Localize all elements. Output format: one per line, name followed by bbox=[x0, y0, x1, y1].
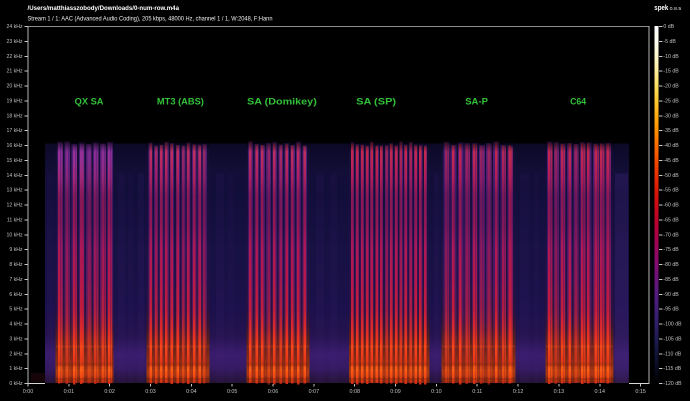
svg-text:C64: C64 bbox=[570, 97, 587, 108]
svg-text:15 kHz: 15 kHz bbox=[6, 158, 23, 164]
svg-text:0:06: 0:06 bbox=[268, 389, 279, 395]
svg-text:0:07: 0:07 bbox=[309, 389, 320, 395]
svg-text:-25 dB: -25 dB bbox=[663, 98, 679, 104]
svg-text:-75 dB: -75 dB bbox=[663, 247, 679, 253]
svg-text:0:03: 0:03 bbox=[145, 389, 156, 395]
svg-text:7 kHz: 7 kHz bbox=[9, 277, 23, 283]
svg-text:24 kHz: 24 kHz bbox=[6, 24, 23, 30]
svg-text:QX SA: QX SA bbox=[75, 97, 104, 108]
svg-text:SA-P: SA-P bbox=[465, 97, 488, 108]
svg-text:12 kHz: 12 kHz bbox=[6, 203, 23, 209]
svg-text:-100 dB: -100 dB bbox=[663, 322, 682, 328]
svg-text:0:02: 0:02 bbox=[104, 389, 115, 395]
svg-text:18 kHz: 18 kHz bbox=[6, 113, 23, 119]
svg-text:0:14: 0:14 bbox=[595, 389, 606, 395]
svg-text:-5 dB: -5 dB bbox=[663, 39, 676, 45]
svg-text:6 kHz: 6 kHz bbox=[9, 292, 23, 298]
svg-text:0:04: 0:04 bbox=[186, 389, 197, 395]
svg-text:0:15: 0:15 bbox=[635, 389, 646, 395]
svg-text:13 kHz: 13 kHz bbox=[6, 188, 23, 194]
svg-text:-110 dB: -110 dB bbox=[663, 351, 681, 357]
svg-text:0:01: 0:01 bbox=[64, 389, 75, 395]
svg-text:10 kHz: 10 kHz bbox=[6, 232, 23, 238]
svg-text:17 kHz: 17 kHz bbox=[6, 128, 23, 134]
svg-text:22 kHz: 22 kHz bbox=[6, 54, 23, 60]
svg-text:-70 dB: -70 dB bbox=[663, 232, 679, 238]
svg-text:5 kHz: 5 kHz bbox=[9, 307, 23, 313]
svg-text:23 kHz: 23 kHz bbox=[6, 39, 23, 45]
svg-text:-45 dB: -45 dB bbox=[663, 158, 679, 164]
svg-text:spek: spek bbox=[654, 3, 668, 12]
svg-text:9 kHz: 9 kHz bbox=[9, 247, 23, 253]
svg-text:0 kHz: 0 kHz bbox=[9, 381, 23, 387]
svg-text:-95 dB: -95 dB bbox=[663, 307, 679, 313]
svg-text:MT3 (ABS): MT3 (ABS) bbox=[157, 97, 204, 108]
svg-text:/Users/matthiasszobody/Downloa: /Users/matthiasszobody/Downloads/0-num-r… bbox=[28, 5, 180, 12]
svg-text:20 kHz: 20 kHz bbox=[6, 84, 23, 90]
svg-text:-60 dB: -60 dB bbox=[663, 203, 679, 209]
svg-text:-10 dB: -10 dB bbox=[663, 54, 679, 60]
svg-text:0:11: 0:11 bbox=[472, 389, 482, 395]
svg-text:21 kHz: 21 kHz bbox=[6, 69, 23, 75]
svg-text:-35 dB: -35 dB bbox=[663, 128, 679, 134]
svg-text:-80 dB: -80 dB bbox=[663, 262, 679, 268]
svg-text:-50 dB: -50 dB bbox=[663, 173, 679, 179]
svg-text:Stream 1 / 1: AAC (Advanced Au: Stream 1 / 1: AAC (Advanced Audio Coding… bbox=[28, 16, 274, 23]
svg-text:2 kHz: 2 kHz bbox=[9, 351, 23, 357]
svg-text:-40 dB: -40 dB bbox=[663, 143, 679, 149]
svg-text:-85 dB: -85 dB bbox=[663, 277, 679, 283]
svg-text:11 kHz: 11 kHz bbox=[7, 217, 23, 223]
svg-text:3 kHz: 3 kHz bbox=[9, 336, 23, 342]
svg-text:0:13: 0:13 bbox=[554, 389, 565, 395]
svg-text:0:05: 0:05 bbox=[227, 389, 238, 395]
svg-text:SA (Domikey): SA (Domikey) bbox=[247, 97, 317, 108]
svg-text:SA (SP): SA (SP) bbox=[356, 97, 396, 108]
svg-text:-30 dB: -30 dB bbox=[663, 113, 679, 119]
svg-text:0:12: 0:12 bbox=[513, 389, 524, 395]
svg-text:-105 dB: -105 dB bbox=[663, 336, 682, 342]
svg-text:0:08: 0:08 bbox=[349, 389, 360, 395]
svg-text:14 kHz: 14 kHz bbox=[6, 173, 23, 179]
svg-text:-20 dB: -20 dB bbox=[663, 84, 679, 90]
svg-text:0 dB: 0 dB bbox=[663, 24, 674, 30]
svg-text:-115 dB: -115 dB bbox=[663, 366, 681, 372]
svg-text:-55 dB: -55 dB bbox=[663, 188, 679, 194]
svg-text:0.8.5: 0.8.5 bbox=[670, 6, 682, 11]
svg-text:0:00: 0:00 bbox=[23, 389, 34, 395]
svg-text:0:09: 0:09 bbox=[390, 389, 401, 395]
svg-text:-15 dB: -15 dB bbox=[663, 69, 679, 75]
svg-text:19 kHz: 19 kHz bbox=[6, 98, 23, 104]
svg-text:-65 dB: -65 dB bbox=[663, 217, 679, 223]
svg-text:-120 dB: -120 dB bbox=[663, 381, 682, 387]
svg-text:-90 dB: -90 dB bbox=[663, 292, 679, 298]
svg-text:16 kHz: 16 kHz bbox=[6, 143, 23, 149]
svg-text:8 kHz: 8 kHz bbox=[9, 262, 23, 268]
svg-text:0:10: 0:10 bbox=[431, 389, 442, 395]
svg-text:4 kHz: 4 kHz bbox=[9, 322, 23, 328]
svg-text:1 kHz: 1 kHz bbox=[9, 366, 23, 372]
